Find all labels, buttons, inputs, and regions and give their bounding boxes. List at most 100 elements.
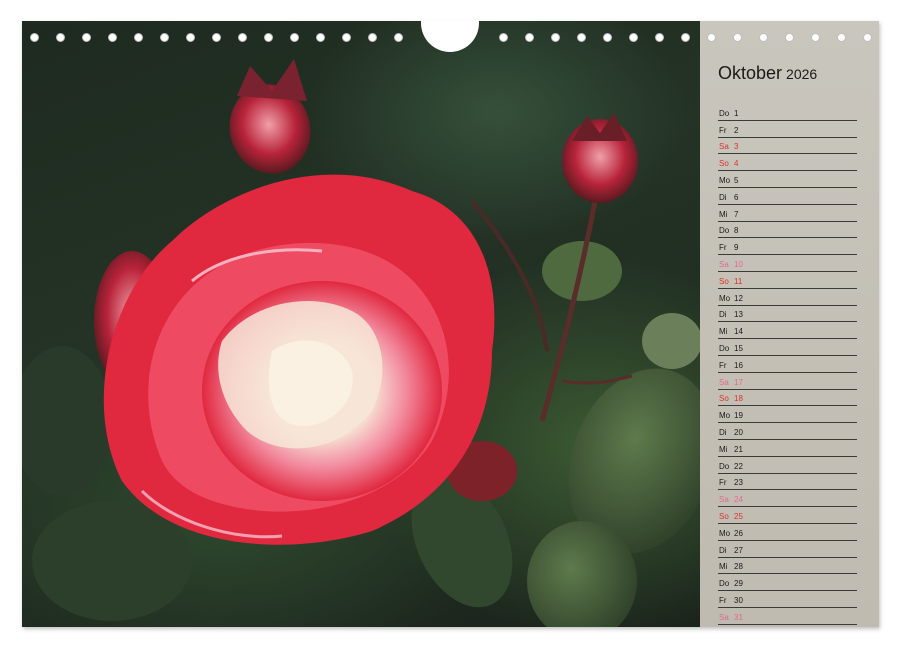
day-number: 9: [734, 243, 739, 253]
weekday-label: Mo: [719, 293, 731, 303]
day-row: Fr 23: [718, 473, 857, 491]
binding-hole: [837, 33, 846, 42]
day-number: 29: [734, 579, 743, 589]
weekday-label: Fr: [719, 595, 727, 605]
binding-hole: [785, 33, 794, 42]
binding-hole: [316, 33, 325, 42]
day-row: So 11: [718, 271, 857, 289]
month-year: 2026: [786, 66, 818, 82]
binding-hole: [56, 33, 65, 42]
day-number: 10: [734, 259, 743, 269]
day-row: Sa 17: [718, 372, 857, 390]
day-row: Fr 30: [718, 590, 857, 608]
day-number: 20: [734, 427, 743, 437]
binding-hole: [577, 33, 586, 42]
binding-hole: [499, 33, 508, 42]
binding-hole: [264, 33, 273, 42]
day-row: Sa 31: [718, 607, 857, 625]
weekday-label: So: [719, 276, 729, 286]
day-row: Sa 3: [718, 137, 857, 155]
day-row: Mi 7: [718, 204, 857, 222]
day-number: 6: [734, 192, 739, 202]
day-number: 13: [734, 310, 743, 320]
day-number: 31: [734, 612, 743, 622]
day-row: Di 6: [718, 187, 857, 205]
day-row: Do 15: [718, 338, 857, 356]
binding-hole: [551, 33, 560, 42]
binding-hole: [290, 33, 299, 42]
weekday-label: Sa: [719, 377, 729, 387]
day-number: 21: [734, 444, 743, 454]
weekday-label: Fr: [719, 360, 727, 370]
day-number: 30: [734, 595, 743, 605]
day-row: So 4: [718, 153, 857, 172]
day-row: Mo 19: [718, 405, 857, 424]
weekday-label: So: [719, 394, 729, 404]
day-row: Do 29: [718, 573, 857, 592]
day-row: Do 8: [718, 221, 857, 239]
binding-hole: [629, 33, 638, 42]
day-number: 7: [734, 209, 739, 219]
day-number: 18: [734, 394, 743, 404]
day-number: 28: [734, 562, 743, 572]
month-heading: Oktober 2026: [718, 63, 817, 84]
weekday-label: Fr: [719, 478, 727, 488]
binding-hole: [160, 33, 169, 42]
binding-hole: [525, 33, 534, 42]
weekday-label: Mi: [719, 444, 728, 454]
weekday-label: Sa: [719, 259, 729, 269]
day-number: 12: [734, 293, 743, 303]
binding-hole: [707, 33, 716, 42]
weekday-label: Do: [719, 108, 730, 118]
day-row: Sa 24: [718, 489, 857, 508]
day-number: 27: [734, 545, 743, 555]
weekday-label: Sa: [719, 612, 729, 622]
weekday-label: So: [719, 159, 729, 169]
binding-hole: [342, 33, 351, 42]
rose-illustration: [22, 59, 700, 627]
binding-hole: [238, 33, 247, 42]
day-row: Mi 28: [718, 557, 857, 575]
binding-hole: [108, 33, 117, 42]
weekday-label: Fr: [719, 243, 727, 253]
day-row: Di 13: [718, 305, 857, 323]
day-number: 4: [734, 159, 739, 169]
weekday-label: Mo: [719, 411, 731, 421]
binding-hole: [30, 33, 39, 42]
day-row: Do 1: [718, 103, 857, 121]
rose-photo: [22, 21, 700, 627]
calendar-page: Oktober 2026 Do 1 Fr 2 Sa 3 So 4 Mo 5 Di 6 Mi 7 Do 8 Fr 9 S…: [22, 21, 879, 627]
month-name: Oktober: [718, 63, 783, 83]
weekday-label: Di: [719, 310, 727, 320]
weekday-label: So: [719, 511, 729, 521]
day-row: Mo 12: [718, 288, 857, 306]
day-number: 15: [734, 343, 743, 353]
binding-hole: [733, 33, 742, 42]
weekday-label: Di: [719, 192, 727, 202]
day-number: 11: [734, 276, 743, 286]
weekday-label: Di: [719, 545, 727, 555]
weekday-label: Sa: [719, 142, 729, 152]
binding-hole: [186, 33, 195, 42]
spiral-binding: [22, 20, 879, 52]
day-number: 26: [734, 528, 743, 538]
binding-hole: [212, 33, 221, 42]
day-number: 1: [734, 108, 739, 118]
day-number: 17: [734, 377, 743, 387]
weekday-label: Do: [719, 579, 730, 589]
day-row: Sa 10: [718, 254, 857, 272]
day-number: 24: [734, 495, 743, 505]
weekday-label: Mi: [719, 209, 728, 219]
weekday-label: Mo: [719, 175, 731, 185]
weekday-label: Do: [719, 461, 730, 471]
day-number: 25: [734, 511, 743, 521]
day-row: Mo 5: [718, 170, 857, 188]
day-row: Fr 16: [718, 355, 857, 373]
calendar-panel: Oktober 2026 Do 1 Fr 2 Sa 3 So 4 Mo 5 Di 6 Mi 7 Do 8 Fr 9 S…: [700, 21, 879, 627]
binding-hole: [811, 33, 820, 42]
weekday-label: Di: [719, 427, 727, 437]
day-row: Do 22: [718, 456, 857, 474]
weekday-label: Fr: [719, 125, 727, 135]
weekday-label: Mi: [719, 327, 728, 337]
day-number: 3: [734, 142, 739, 152]
